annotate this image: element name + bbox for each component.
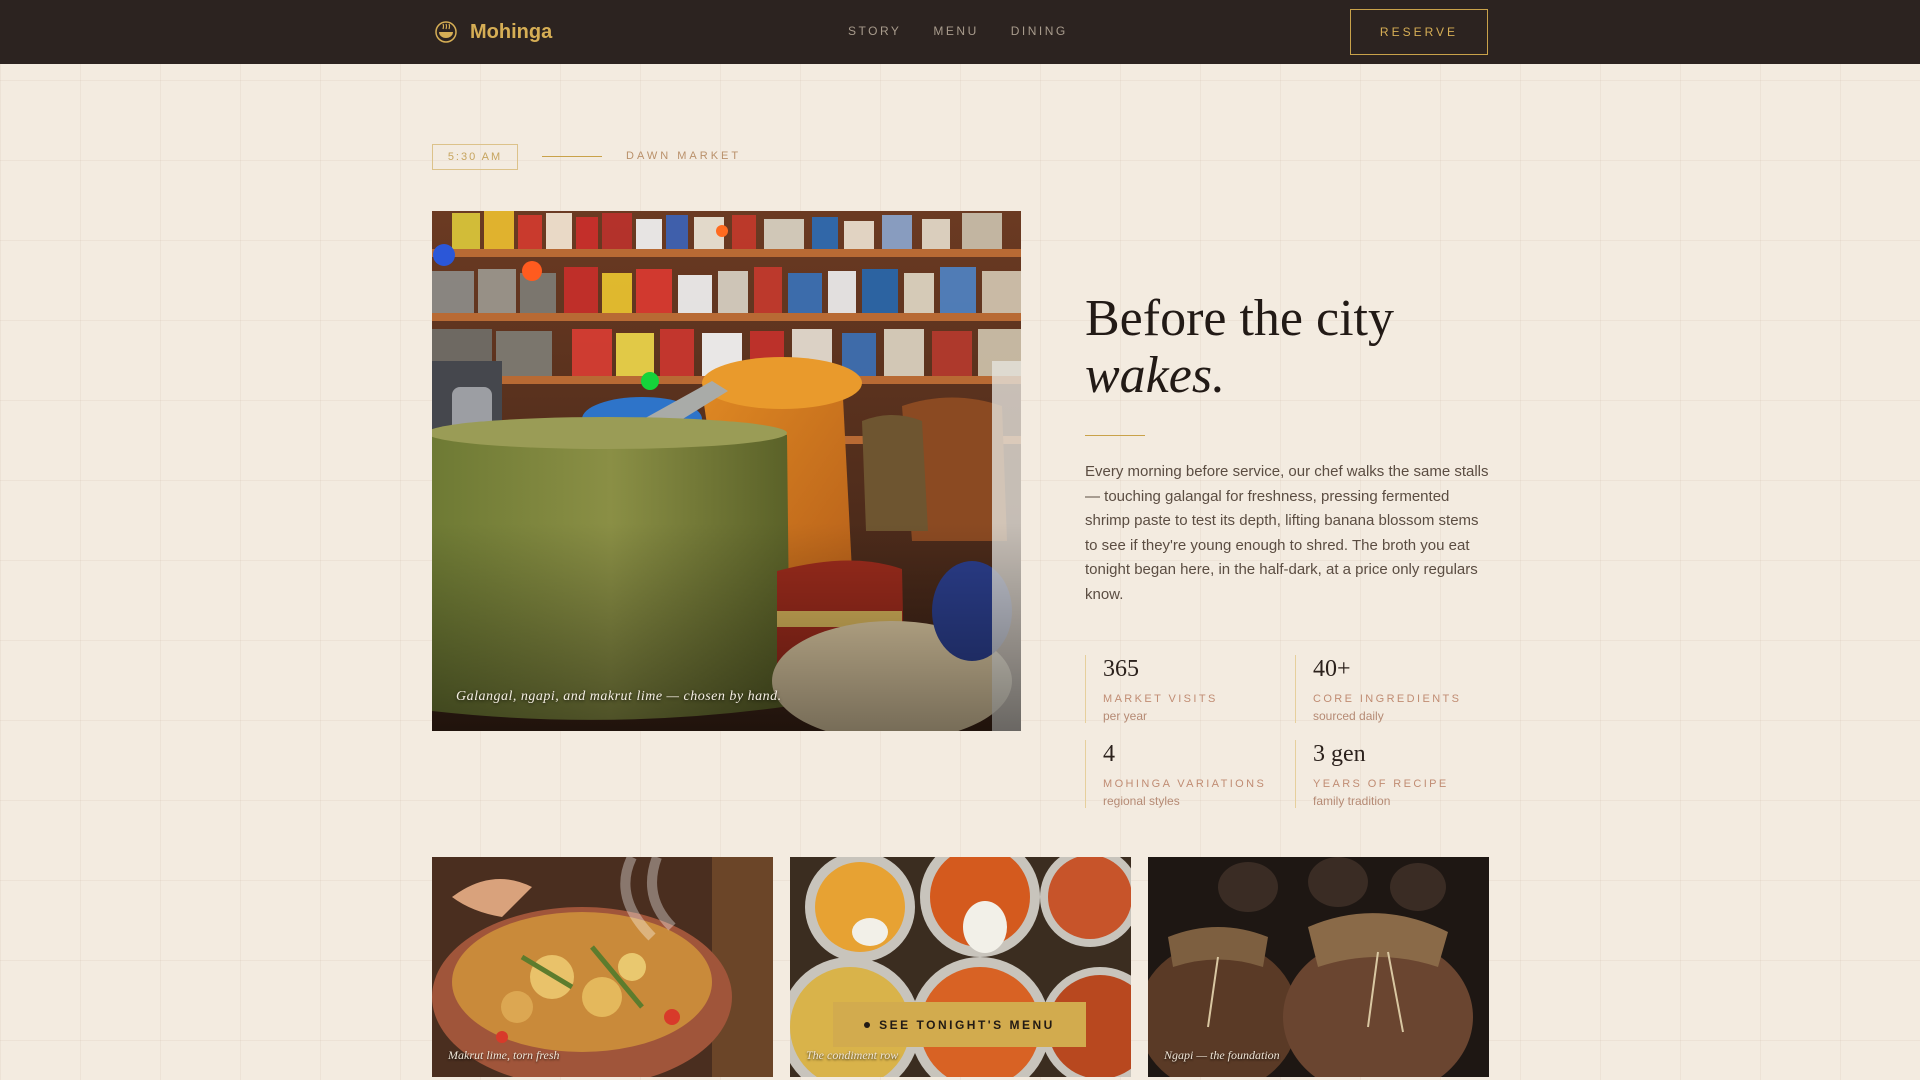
nav-links: STORY MENU DINING [848, 24, 1068, 38]
time-badge: 5:30 AM [432, 144, 518, 170]
gallery-card-curry[interactable]: Makrut lime, torn fresh [432, 857, 773, 1077]
stat-label: MOHINGA VARIATIONS [1103, 778, 1267, 790]
spice-market-illustration [432, 211, 1021, 731]
stat-sublabel: sourced daily [1313, 709, 1384, 723]
page-title: Before the city wakes. [1085, 290, 1505, 404]
dot-icon [864, 1021, 871, 1028]
section-label: DAWN MARKET [626, 150, 742, 162]
stat-label: CORE INGREDIENTS [1313, 693, 1462, 705]
stat-value: 4 [1103, 741, 1115, 767]
stat-label: MARKET VISITS [1103, 693, 1218, 705]
headline-line-1: Before the city [1085, 290, 1394, 347]
stat-core-ingredients: 40+ CORE INGREDIENTS sourced daily [1295, 655, 1485, 723]
nav-link-menu[interactable]: MENU [933, 24, 978, 38]
brand-name: Mohinga [470, 20, 553, 43]
hero-market-photo: Galangal, ngapi, and makrut lime — chose… [432, 211, 1021, 731]
card-caption: The condiment row [806, 1048, 899, 1062]
stat-value: 3 gen [1313, 741, 1366, 767]
stat-sublabel: regional styles [1103, 794, 1180, 808]
top-nav: Mohinga STORY MENU DINING RESERVE [0, 0, 1920, 64]
stat-value: 40+ [1313, 656, 1351, 682]
reserve-button[interactable]: RESERVE [1350, 9, 1488, 55]
card-caption: Ngapi — the foundation [1164, 1048, 1280, 1062]
gallery-card-ngapi[interactable]: Ngapi — the foundation [1148, 857, 1489, 1077]
stat-mohinga-variations: 4 MOHINGA VARIATIONS regional styles [1085, 740, 1275, 808]
nav-link-dining[interactable]: DINING [1011, 24, 1068, 38]
stat-sublabel: family tradition [1313, 794, 1391, 808]
brand[interactable]: Mohinga [434, 18, 552, 46]
stat-value: 365 [1103, 656, 1139, 682]
stat-market-visits: 365 MARKET VISITS per year [1085, 655, 1275, 723]
see-menu-label: SEE TONIGHT'S MENU [879, 1017, 1055, 1032]
headline-line-2: wakes. [1085, 347, 1226, 404]
see-menu-button[interactable]: SEE TONIGHT'S MENU [833, 1002, 1086, 1047]
clay-jars-illustration [1148, 857, 1489, 1077]
hero-photo-caption: Galangal, ngapi, and makrut lime — chose… [456, 689, 782, 704]
bowl-icon [435, 21, 457, 43]
nav-link-story[interactable]: STORY [848, 24, 901, 38]
stat-sublabel: per year [1103, 709, 1148, 723]
curry-bowl-illustration [432, 857, 773, 1077]
stat-label: YEARS OF RECIPE [1313, 778, 1449, 790]
card-caption: Makrut lime, torn fresh [448, 1048, 560, 1062]
intro-paragraph: Every morning before service, our chef w… [1085, 463, 1489, 603]
divider-line [542, 156, 602, 157]
accent-divider [1085, 435, 1145, 436]
stat-years-of-recipe: 3 gen YEARS OF RECIPE family tradition [1295, 740, 1485, 808]
